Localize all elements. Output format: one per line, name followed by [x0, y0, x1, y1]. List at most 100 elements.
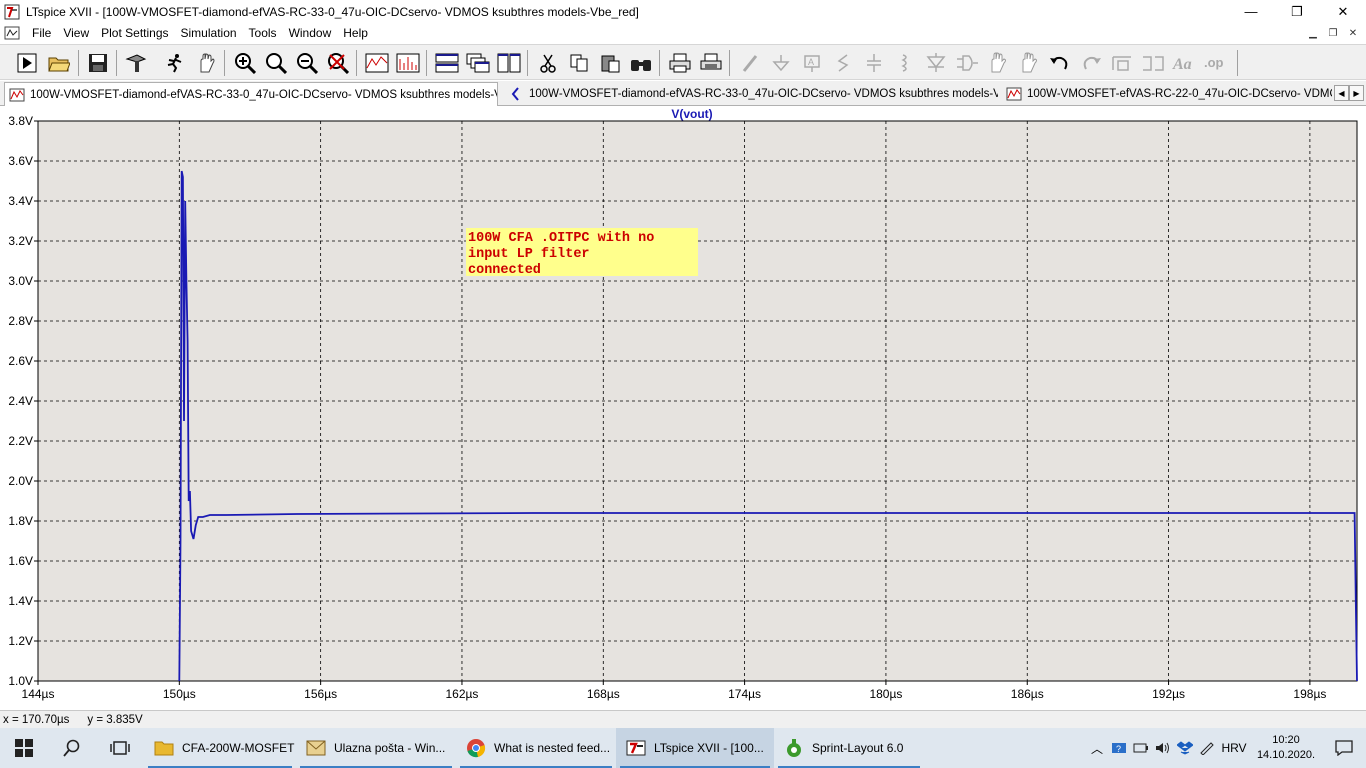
- copy-icon[interactable]: [566, 50, 592, 76]
- zoom-out-icon[interactable]: [294, 50, 320, 76]
- tile-vertical-icon[interactable]: [496, 50, 522, 76]
- x-tick-label: 174µs: [728, 687, 761, 701]
- drag-icon[interactable]: [1016, 50, 1042, 76]
- battery-icon[interactable]: [1130, 728, 1152, 768]
- y-tick-label: 3.6V: [8, 154, 33, 168]
- component-icon[interactable]: [954, 50, 980, 76]
- toolbar: A Aa .op: [0, 44, 1366, 80]
- task-view-button[interactable]: [96, 728, 144, 768]
- y-tick-label: 2.2V: [8, 434, 33, 448]
- run-icon[interactable]: [14, 50, 40, 76]
- rotate-icon[interactable]: [1109, 50, 1135, 76]
- tab-waveform-active[interactable]: 100W-VMOSFET-diamond-efVAS-RC-33-0_47u-O…: [4, 82, 498, 106]
- pen-icon[interactable]: [1196, 728, 1218, 768]
- wire-icon[interactable]: [737, 50, 763, 76]
- x-tick-label: 168µs: [587, 687, 620, 701]
- menu-view[interactable]: View: [57, 26, 95, 40]
- text-icon[interactable]: Aa: [1171, 50, 1197, 76]
- dropbox-icon[interactable]: [1174, 728, 1196, 768]
- mdi-restore-icon[interactable]: ❐: [1324, 25, 1342, 41]
- taskbar-item-mail[interactable]: Ulazna pošta - Win...: [296, 728, 456, 768]
- save-icon[interactable]: [85, 50, 111, 76]
- control-panel-icon[interactable]: [123, 50, 149, 76]
- zoom-cancel-icon[interactable]: [325, 50, 351, 76]
- redo-icon[interactable]: [1078, 50, 1104, 76]
- label-icon[interactable]: A: [799, 50, 825, 76]
- annotation-line-3: connected: [468, 263, 541, 278]
- mdi-close-icon[interactable]: ✕: [1344, 25, 1362, 41]
- plot-canvas[interactable]: 1.0V 1.2V 1.4V 1.6V 1.8V 2.0V 2.2V 2.4V 2.6V 2.8V…: [0, 106, 1366, 710]
- network-help-icon[interactable]: ?: [1108, 728, 1130, 768]
- plot-pane[interactable]: [37, 120, 1358, 682]
- notification-button[interactable]: [1322, 728, 1366, 768]
- zoom-area-icon[interactable]: [263, 50, 289, 76]
- menu-tools[interactable]: Tools: [243, 26, 283, 40]
- taskbar-item-folder[interactable]: CFA-200W-MOSFET: [144, 728, 296, 768]
- menu-plot-settings[interactable]: Plot Settings: [95, 26, 174, 40]
- x-tick-label: 180µs: [869, 687, 902, 701]
- capacitor-icon[interactable]: [861, 50, 887, 76]
- volume-icon[interactable]: [1152, 728, 1174, 768]
- move-icon[interactable]: [985, 50, 1011, 76]
- spice-directive-icon[interactable]: .op: [1202, 50, 1228, 76]
- language-indicator[interactable]: HRV: [1218, 728, 1250, 768]
- cursor-x-readout: x = 170.70µs: [3, 713, 70, 726]
- mirror-icon[interactable]: [1140, 50, 1166, 76]
- clock[interactable]: 10:20 14.10.2020.: [1250, 733, 1322, 763]
- trace-label[interactable]: V(vout): [671, 107, 712, 121]
- resistor-icon[interactable]: [830, 50, 856, 76]
- menu-window[interactable]: Window: [283, 26, 338, 40]
- tab-waveform-2[interactable]: 100W-VMOSFET-efVAS-RC-22-0_47u-OIC-DCser…: [1002, 83, 1332, 105]
- taskbar-item-ltspice[interactable]: LTspice XVII - [100...: [616, 728, 774, 768]
- tab-scroll-left-icon[interactable]: ◀: [1334, 85, 1349, 101]
- y-tick-label: 1.0V: [8, 674, 33, 688]
- undo-icon[interactable]: [1047, 50, 1073, 76]
- waveform-icon: [1006, 87, 1022, 101]
- annotation-line-1: 100W CFA .OITPC with no: [468, 231, 654, 246]
- y-tick-label: 1.6V: [8, 554, 33, 568]
- y-tick-label: 3.4V: [8, 194, 33, 208]
- mdi-minimize-icon[interactable]: ▁: [1304, 25, 1322, 41]
- tile-horizontal-icon[interactable]: [434, 50, 460, 76]
- search-button[interactable]: [48, 728, 96, 768]
- minimize-button[interactable]: —: [1228, 0, 1274, 23]
- x-tick-label: 162µs: [445, 687, 478, 701]
- zoom-in-icon[interactable]: [232, 50, 258, 76]
- autorange-icon[interactable]: [364, 50, 390, 76]
- print-setup-icon[interactable]: [698, 50, 724, 76]
- document-icon[interactable]: [4, 25, 20, 41]
- x-tick-label: 150µs: [163, 687, 196, 701]
- taskbar-item-sprint-layout[interactable]: Sprint-Layout 6.0: [774, 728, 924, 768]
- menu-simulation[interactable]: Simulation: [175, 26, 243, 40]
- ground-icon[interactable]: [768, 50, 794, 76]
- x-tick-label: 186µs: [1011, 687, 1044, 701]
- start-button[interactable]: [0, 728, 48, 768]
- menu-file[interactable]: File: [26, 26, 57, 40]
- ltspice-app-icon[interactable]: [4, 4, 20, 20]
- title-bar: LTspice XVII - [100W-VMOSFET-diamond-efV…: [0, 0, 1366, 23]
- close-button[interactable]: ✕: [1320, 0, 1366, 23]
- fft-icon[interactable]: [395, 50, 421, 76]
- tab-schematic[interactable]: 100W-VMOSFET-diamond-efVAS-RC-33-0_47u-O…: [504, 83, 998, 105]
- find-icon[interactable]: [628, 50, 654, 76]
- cut-icon[interactable]: [535, 50, 561, 76]
- run-man-icon[interactable]: [162, 50, 188, 76]
- diode-icon[interactable]: [923, 50, 949, 76]
- menu-help[interactable]: Help: [337, 26, 374, 40]
- cascade-icon[interactable]: [465, 50, 491, 76]
- x-tick-label: 156µs: [304, 687, 337, 701]
- taskbar-item-chrome[interactable]: What is nested feed...: [456, 728, 616, 768]
- y-tick-label: 1.8V: [8, 514, 33, 528]
- halt-icon[interactable]: [193, 50, 219, 76]
- tab-scroll-right-icon[interactable]: ▶: [1349, 85, 1364, 101]
- clock-date: 14.10.2020.: [1256, 749, 1316, 761]
- inductor-icon[interactable]: [892, 50, 918, 76]
- tab-label: 100W-VMOSFET-efVAS-RC-22-0_47u-OIC-DCser…: [1027, 88, 1332, 100]
- paste-icon[interactable]: [597, 50, 623, 76]
- annotation-box[interactable]: 100W CFA .OITPC with no input LP filter …: [466, 228, 698, 278]
- waveform-viewer[interactable]: 1.0V 1.2V 1.4V 1.6V 1.8V 2.0V 2.2V 2.4V 2.6V 2.8V…: [0, 106, 1366, 710]
- open-icon[interactable]: [46, 50, 72, 76]
- maximize-button[interactable]: ❐: [1274, 0, 1320, 23]
- print-icon[interactable]: [667, 50, 693, 76]
- show-hidden-icons-icon[interactable]: ︿: [1086, 728, 1108, 768]
